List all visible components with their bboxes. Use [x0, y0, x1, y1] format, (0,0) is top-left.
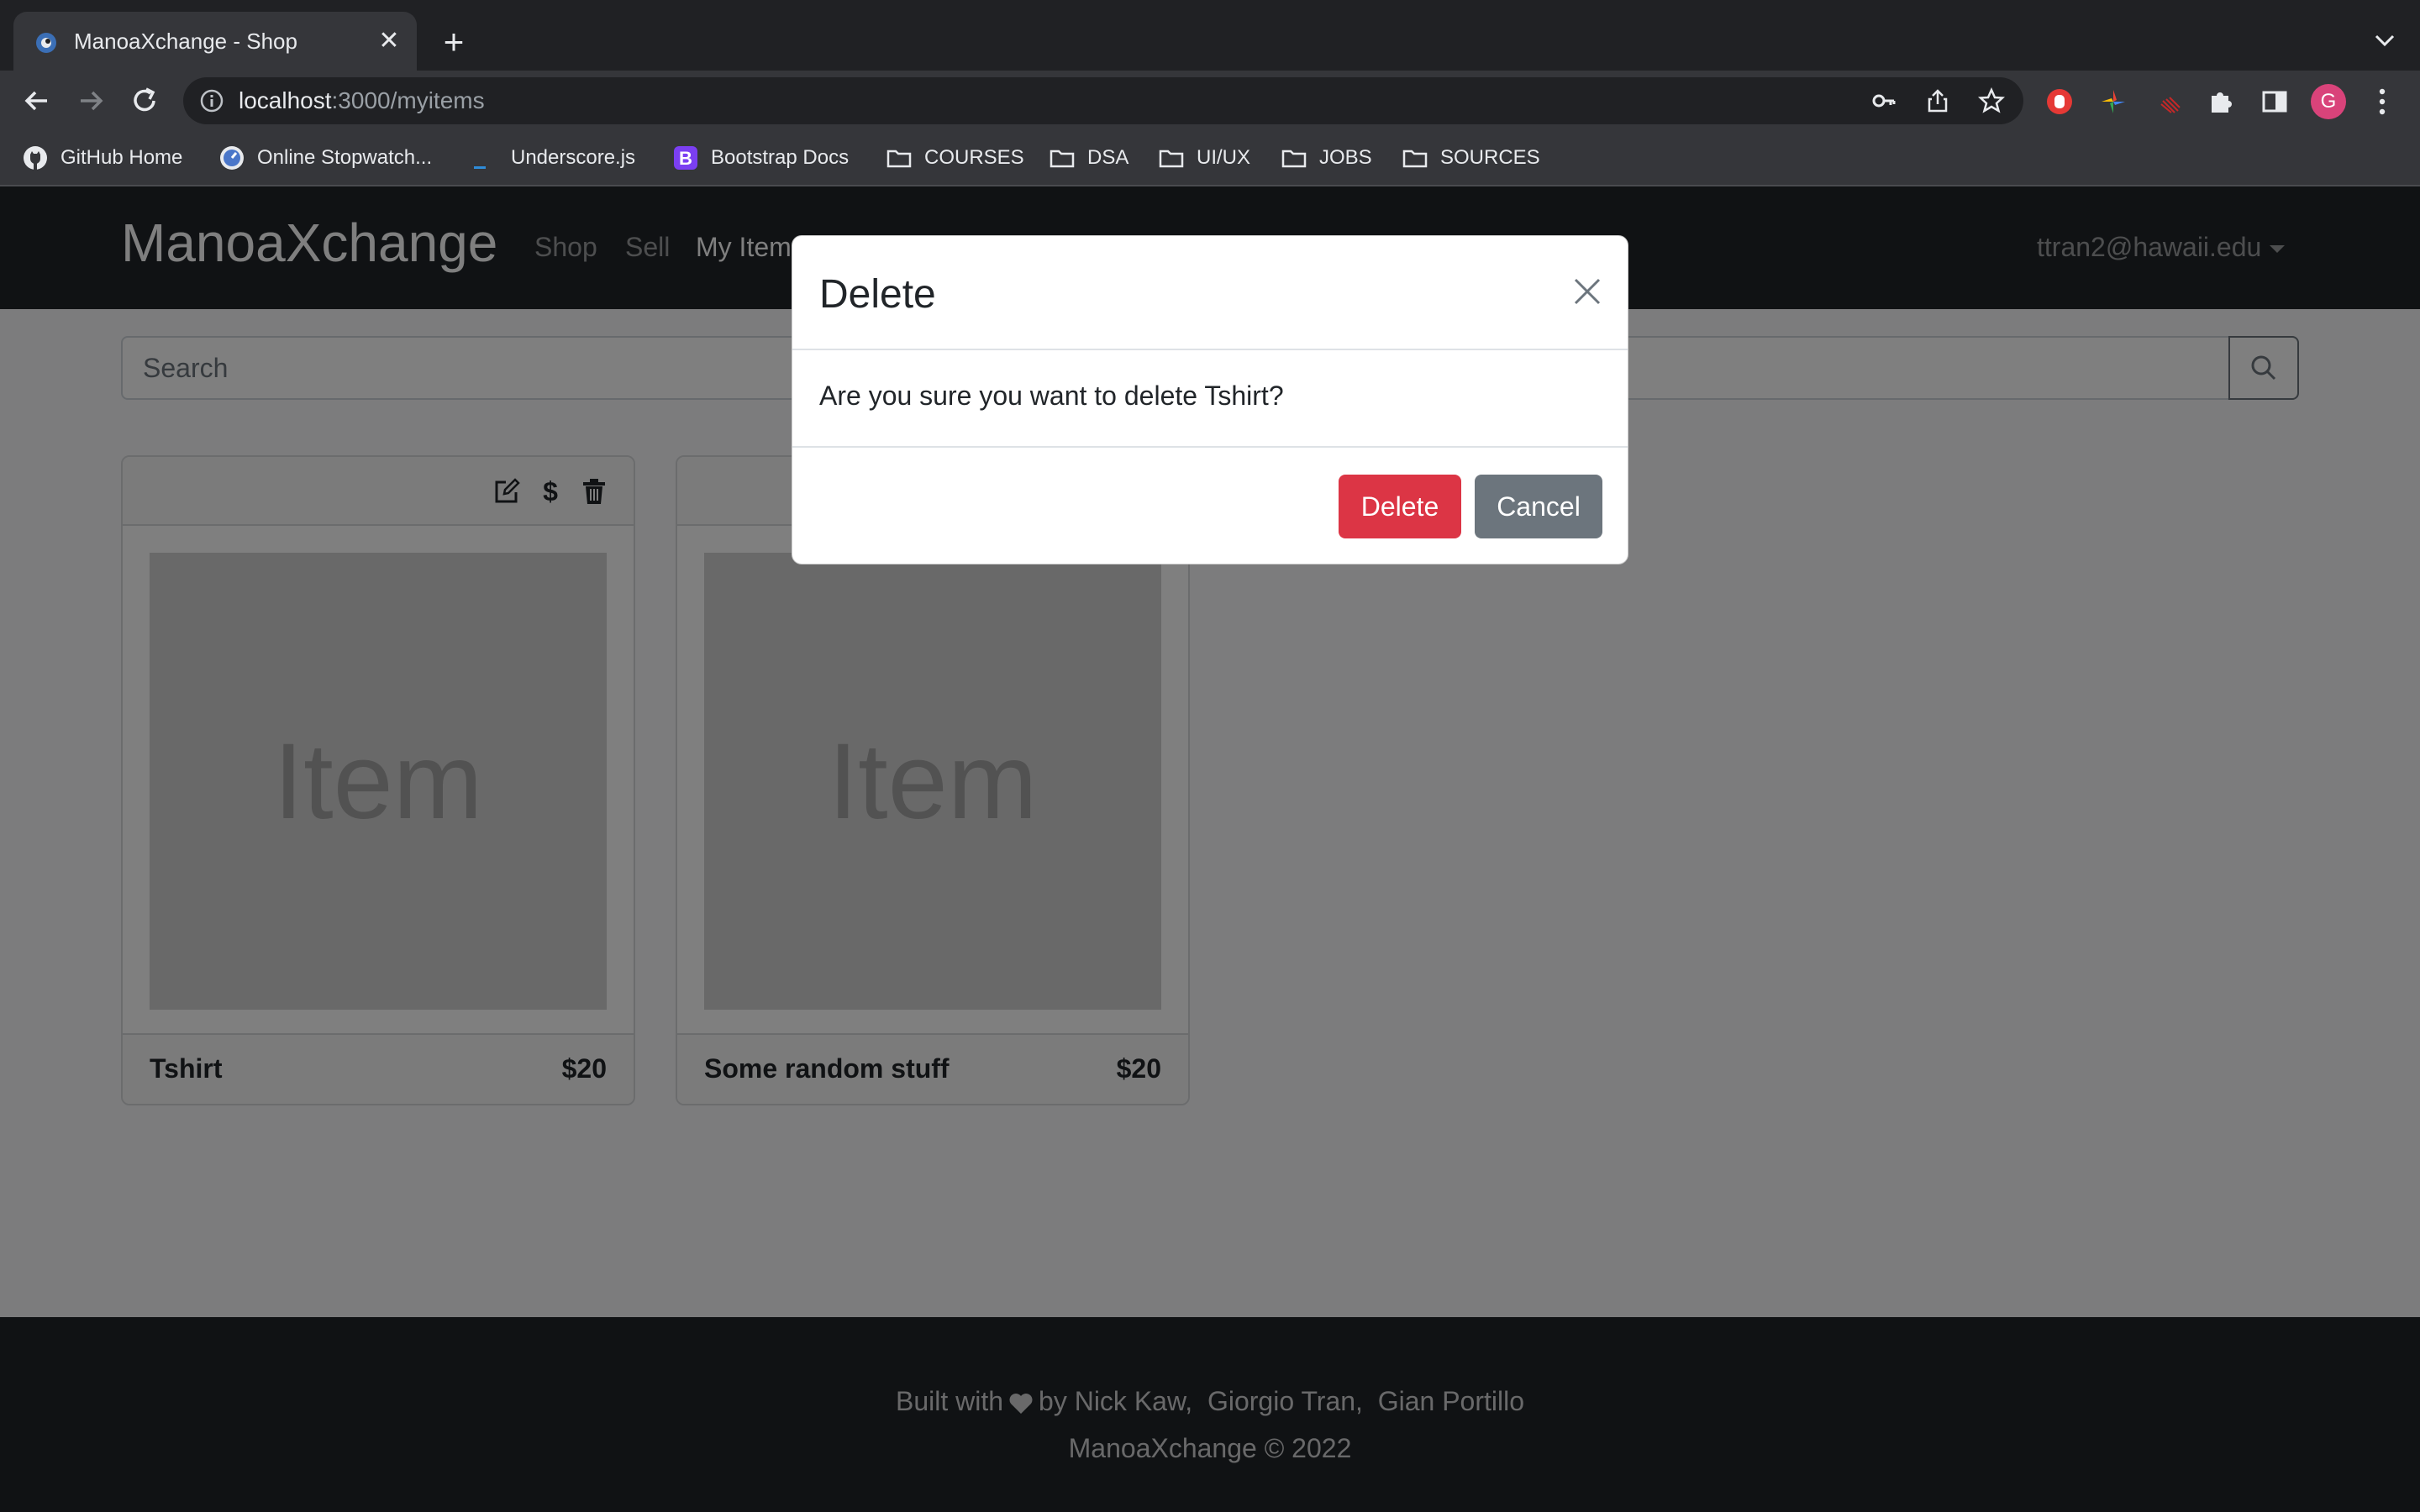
tab-title: ManoaXchange - Shop — [74, 29, 297, 54]
bookmark-folder-uiux[interactable]: UI/UX — [1158, 141, 1250, 175]
stopwatch-icon — [220, 146, 244, 170]
scribble-extension-icon[interactable] — [2156, 87, 2185, 116]
bookmark-folder-jobs[interactable]: JOBS — [1281, 141, 1372, 175]
tab-close-icon[interactable]: ✕ — [375, 27, 403, 55]
bookmark-label: Bootstrap Docs — [711, 146, 850, 169]
svg-text:B: B — [679, 148, 692, 169]
bookmark-github-home[interactable]: GitHub Home — [22, 141, 182, 175]
browser-tab-bar: ManoaXchange - Shop ✕ + — [0, 0, 2420, 71]
url-text: localhost:3000/myitems — [239, 87, 485, 114]
bookmark-underscore[interactable]: Underscore.js — [472, 141, 635, 175]
address-bar[interactable]: localhost:3000/myitems — [183, 77, 2023, 124]
browser-toolbar: localhost:3000/myitems G — [0, 71, 2420, 129]
browser-tab[interactable]: ManoaXchange - Shop ✕ — [13, 12, 417, 71]
bookmark-folder-sources[interactable]: SOURCES — [1402, 141, 1540, 175]
password-key-icon[interactable] — [1870, 87, 1897, 114]
bookmark-label: JOBS — [1319, 146, 1372, 169]
extensions-puzzle-icon[interactable] — [2207, 87, 2235, 116]
side-panel-icon[interactable] — [2260, 87, 2289, 116]
bookmark-folder-dsa[interactable]: DSA — [1049, 141, 1128, 175]
modal-header: Delete — [792, 236, 1628, 350]
reload-icon[interactable] — [126, 82, 163, 119]
folder-icon — [1159, 150, 1184, 168]
close-icon[interactable] — [1570, 275, 1604, 308]
share-icon[interactable] — [1924, 87, 1951, 114]
profile-avatar[interactable]: G — [2311, 84, 2346, 119]
site-favicon-icon — [36, 33, 56, 53]
github-icon — [24, 146, 47, 170]
underscore-icon — [474, 166, 486, 169]
bookmark-label: DSA — [1087, 146, 1129, 169]
folder-icon — [1050, 150, 1075, 168]
modal-title: Delete — [819, 272, 936, 317]
bookmark-bootstrap-docs[interactable]: B Bootstrap Docs — [672, 141, 849, 175]
url-path: :3000/myitems — [331, 87, 485, 113]
cancel-button[interactable]: Cancel — [1475, 475, 1602, 538]
bookmark-label: Online Stopwatch... — [257, 146, 433, 169]
bookmark-label: UI/UX — [1197, 146, 1251, 169]
bookmark-folder-courses[interactable]: COURSES — [886, 141, 1024, 175]
new-tab-icon[interactable]: + — [437, 24, 471, 60]
adblock-extension-icon[interactable] — [2045, 87, 2074, 116]
forward-arrow-icon[interactable] — [72, 82, 109, 119]
back-arrow-icon[interactable] — [18, 82, 55, 119]
delete-confirm-modal: Delete Are you sure you want to delete T… — [792, 235, 1628, 564]
folder-icon — [886, 150, 912, 168]
bookmark-label: SOURCES — [1440, 146, 1540, 169]
bookmark-star-icon[interactable] — [1978, 87, 2005, 114]
bootstrap-icon: B — [674, 146, 697, 170]
modal-message: Are you sure you want to delete Tshirt? — [819, 381, 1284, 411]
tab-search-chevron-icon[interactable] — [2370, 25, 2400, 55]
site-info-icon[interactable] — [198, 87, 225, 114]
url-host: localhost — [239, 87, 332, 113]
color-picker-extension-icon[interactable] — [2099, 87, 2128, 116]
delete-button[interactable]: Delete — [1339, 475, 1461, 538]
modal-footer: Delete Cancel — [792, 446, 1628, 565]
browser-menu-icon[interactable] — [2371, 86, 2393, 118]
folder-icon — [1402, 150, 1428, 168]
bookmark-label: GitHub Home — [60, 146, 183, 169]
bookmark-label: Underscore.js — [511, 146, 636, 169]
bookmarks-bar: GitHub Home Online Stopwatch... Undersco… — [0, 129, 2420, 186]
bookmark-label: COURSES — [924, 146, 1024, 169]
folder-icon — [1281, 150, 1307, 168]
bookmark-online-stopwatch[interactable]: Online Stopwatch... — [218, 141, 432, 175]
